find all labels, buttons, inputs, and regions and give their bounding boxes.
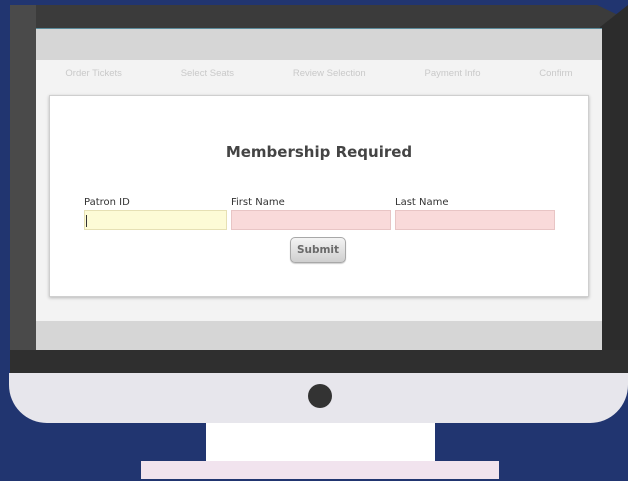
- monitor-stand-foot: [141, 461, 499, 479]
- browser-bottom-bar: [36, 321, 602, 350]
- step-order-tickets[interactable]: Order Tickets: [65, 68, 122, 79]
- form-title: Membership Required: [225, 143, 413, 161]
- last-name-input[interactable]: [395, 210, 555, 230]
- step-select-seats[interactable]: Select Seats: [181, 68, 234, 79]
- checkout-steps: Order Tickets Select Seats Review Select…: [36, 60, 602, 86]
- last-name-label: Last Name: [395, 197, 449, 208]
- browser-top-line: [36, 28, 602, 29]
- browser-top-bar: [36, 28, 602, 60]
- first-name-label: First Name: [231, 197, 285, 208]
- membership-form-card: Membership Required Patron ID First Name…: [49, 95, 589, 297]
- monitor-logo-dot: [308, 384, 332, 408]
- step-payment-info[interactable]: Payment Info: [425, 68, 481, 79]
- first-name-input[interactable]: [231, 210, 391, 230]
- monitor-bezel-right: [600, 5, 628, 373]
- patron-id-label: Patron ID: [84, 197, 130, 208]
- monitor-bezel-left: [10, 5, 36, 373]
- step-review-selection[interactable]: Review Selection: [293, 68, 366, 79]
- submit-button[interactable]: Submit: [290, 237, 346, 263]
- step-confirm[interactable]: Confirm: [539, 68, 572, 79]
- monitor-stand-neck: [206, 423, 435, 461]
- monitor-bezel-bottom: [10, 350, 628, 373]
- monitor-screen: Order Tickets Select Seats Review Select…: [36, 28, 602, 350]
- text-caret: [86, 215, 87, 227]
- patron-id-input[interactable]: [84, 210, 227, 230]
